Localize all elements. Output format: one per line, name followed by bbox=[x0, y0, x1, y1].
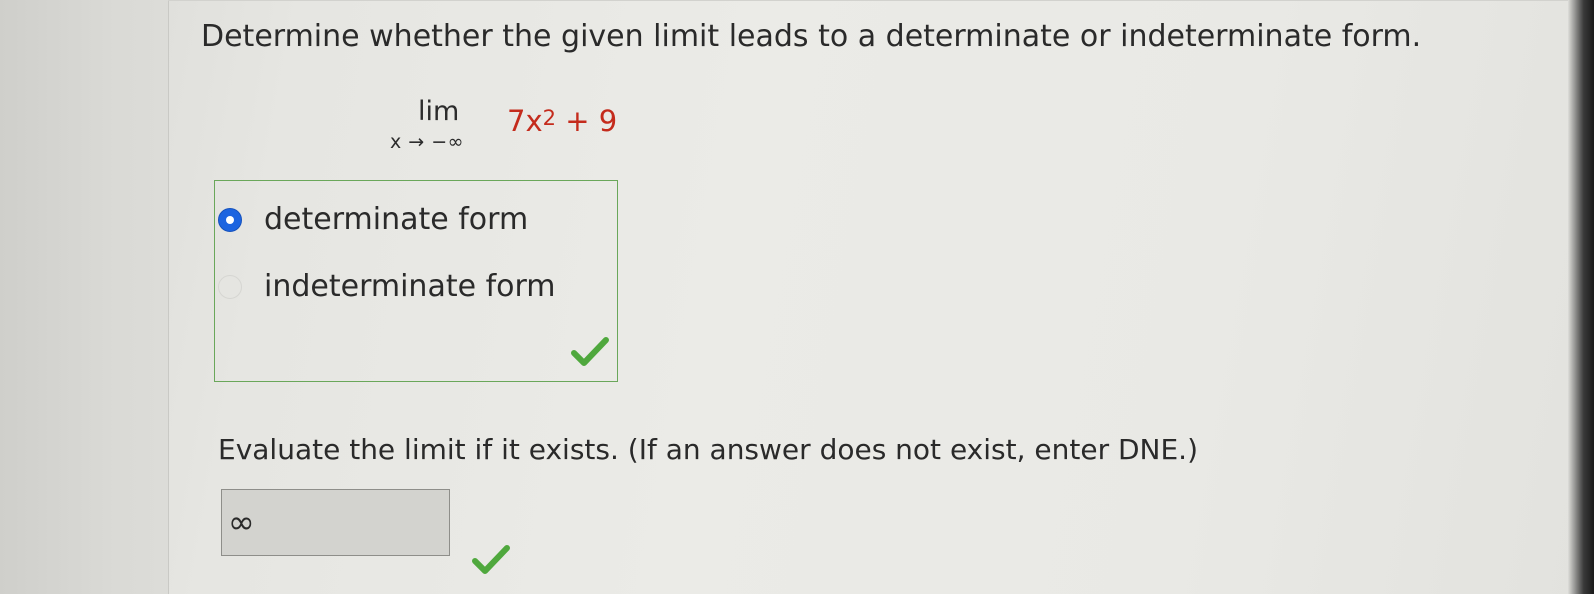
answer-choices-box: determinate form indeterminate form bbox=[214, 180, 618, 382]
choice-determinate-form[interactable]: determinate form bbox=[218, 200, 528, 240]
screen-bezel-edge bbox=[1568, 0, 1594, 594]
top-divider bbox=[168, 0, 1594, 1]
evaluate-prompt: Evaluate the limit if it exists. (If an … bbox=[218, 433, 1198, 466]
margin-divider bbox=[168, 0, 169, 594]
radio-button-selected[interactable] bbox=[218, 208, 242, 232]
check-icon bbox=[472, 545, 510, 574]
choice-indeterminate-form[interactable]: indeterminate form bbox=[218, 267, 556, 307]
left-page-margin bbox=[0, 0, 168, 594]
limit-subscript: x → −∞ bbox=[390, 131, 464, 153]
function-rest: + 9 bbox=[556, 104, 618, 138]
limit-function: 7x2 + 9 bbox=[507, 104, 617, 141]
limit-expression: lim x → −∞ 7x2 + 9 bbox=[390, 96, 650, 160]
radio-button-unselected[interactable] bbox=[218, 275, 242, 299]
function-base: 7x bbox=[507, 104, 543, 138]
choice-label: indeterminate form bbox=[264, 269, 556, 304]
question-prompt: Determine whether the given limit leads … bbox=[201, 19, 1422, 54]
limit-answer-input[interactable]: ∞ bbox=[221, 489, 450, 556]
check-icon bbox=[571, 337, 609, 366]
choice-label: determinate form bbox=[264, 202, 529, 237]
function-exponent: 2 bbox=[542, 106, 556, 130]
limit-operator: lim bbox=[418, 96, 460, 127]
